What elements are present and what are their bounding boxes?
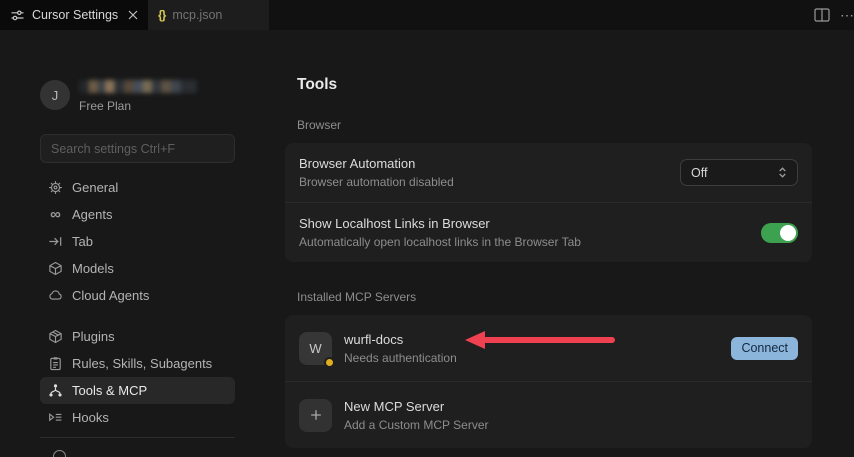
- tab-cursor-settings[interactable]: Cursor Settings: [0, 0, 148, 30]
- sidebar-item-tools-and-mcp[interactable]: Tools & MCP: [40, 377, 235, 404]
- setting-row-browser-automation: Browser Automation Browser automation di…: [285, 143, 812, 202]
- tab-label: Cursor Settings: [32, 8, 119, 22]
- sidebar-item-label: Tab: [72, 234, 93, 249]
- server-status: Needs authentication: [344, 350, 457, 365]
- sidebar-item-label: Cloud Agents: [72, 288, 150, 303]
- sidebar-item-general[interactable]: General: [40, 174, 235, 201]
- sidebar-group-1: General ∞ Agents Tab Models Cloud Agents: [40, 174, 235, 309]
- user-profile: J Free Plan: [40, 76, 235, 122]
- section-label-browser: Browser: [297, 118, 342, 132]
- server-avatar: W: [299, 331, 335, 368]
- settings-main-panel: Tools Browser Browser Automation Browser…: [285, 76, 812, 448]
- setting-title: Show Localhost Links in Browser: [299, 216, 490, 231]
- needs-auth-status-dot: [324, 356, 335, 368]
- tab-arrow-icon: [48, 234, 63, 249]
- browser-settings-card: Browser Automation Browser automation di…: [285, 143, 812, 262]
- connect-button[interactable]: Connect: [731, 336, 798, 360]
- setting-subtitle: Automatically open localhost links in th…: [299, 235, 581, 249]
- settings-sliders-icon: [10, 8, 25, 23]
- gear-icon: [48, 180, 63, 195]
- package-icon: [48, 329, 63, 344]
- mcp-server-row-wurfl-docs: W wurfl-docs Needs authentication Connec…: [285, 315, 812, 381]
- cloud-icon: [48, 288, 63, 303]
- tab-label: mcp.json: [172, 8, 223, 22]
- page-title: Tools: [297, 76, 338, 93]
- sidebar-item-label: Rules, Skills, Subagents: [72, 356, 213, 371]
- sidebar-item-plugins[interactable]: Plugins: [40, 323, 235, 350]
- server-name: wurfl-docs: [344, 331, 404, 347]
- clipboard-icon: [48, 356, 63, 371]
- sidebar-item-label: Agents: [72, 207, 113, 222]
- server-avatar-initial: W: [309, 340, 322, 356]
- editor-tab-bar: Cursor Settings {} mcp.json ⋯: [0, 0, 854, 30]
- setting-subtitle: Browser automation disabled: [299, 175, 454, 189]
- localhost-links-toggle[interactable]: [761, 222, 798, 243]
- fork-icon: [48, 383, 63, 398]
- hooks-list-icon: [48, 410, 63, 425]
- browser-automation-select[interactable]: Off: [680, 159, 798, 186]
- more-actions-icon[interactable]: ⋯: [840, 7, 854, 24]
- search-box: [40, 134, 235, 163]
- toggle-knob: [780, 224, 796, 241]
- sidebar-item-models[interactable]: Models: [40, 255, 235, 282]
- new-mcp-server-row[interactable]: New MCP Server Add a Custom MCP Server: [285, 382, 812, 448]
- account-icon[interactable]: [53, 450, 66, 457]
- new-server-title: New MCP Server: [344, 398, 445, 414]
- new-server-subtitle: Add a Custom MCP Server: [344, 417, 489, 432]
- mcp-servers-card: W wurfl-docs Needs authentication Connec…: [285, 315, 812, 448]
- sidebar-item-tab[interactable]: Tab: [40, 228, 235, 255]
- sidebar-item-label: Tools & MCP: [72, 383, 148, 398]
- sidebar-item-agents[interactable]: ∞ Agents: [40, 201, 235, 228]
- close-tab-icon[interactable]: [128, 10, 138, 20]
- sidebar-item-label: Hooks: [72, 410, 109, 425]
- select-value: Off: [691, 165, 708, 180]
- tab-mcp-json[interactable]: {} mcp.json: [148, 0, 270, 30]
- split-editor-icon[interactable]: [814, 8, 830, 22]
- avatar: J: [40, 80, 70, 110]
- infinity-icon: ∞: [50, 206, 61, 223]
- sidebar-item-label: Plugins: [72, 329, 115, 344]
- setting-title: Browser Automation: [299, 156, 416, 171]
- tab-bar-actions: ⋯: [814, 0, 854, 30]
- setting-row-show-localhost-links: Show Localhost Links in Browser Automati…: [285, 203, 812, 262]
- plan-label: Free Plan: [79, 99, 132, 113]
- section-label-installed-mcp-servers: Installed MCP Servers: [297, 290, 417, 304]
- sidebar-item-rules-skills-subagents[interactable]: Rules, Skills, Subagents: [40, 350, 235, 377]
- cursor-settings-window: Cursor Settings {} mcp.json ⋯ J Free Pla…: [0, 0, 854, 457]
- settings-sidebar: J Free Plan General ∞ Agents: [40, 76, 235, 431]
- sidebar-item-hooks[interactable]: Hooks: [40, 404, 235, 431]
- sidebar-divider: [40, 437, 235, 438]
- redacted-username: [79, 80, 197, 93]
- chevron-up-down-icon: [776, 166, 789, 179]
- sidebar-item-label: General: [72, 180, 119, 195]
- cube-icon: [48, 261, 63, 276]
- sidebar-item-cloud-agents[interactable]: Cloud Agents: [40, 282, 235, 309]
- plus-icon: [299, 398, 332, 432]
- braces-icon: {}: [158, 8, 166, 22]
- search-settings-input[interactable]: [40, 134, 235, 163]
- sidebar-group-2: Plugins Rules, Skills, Subagents Tools &…: [40, 323, 235, 431]
- sidebar-item-label: Models: [72, 261, 114, 276]
